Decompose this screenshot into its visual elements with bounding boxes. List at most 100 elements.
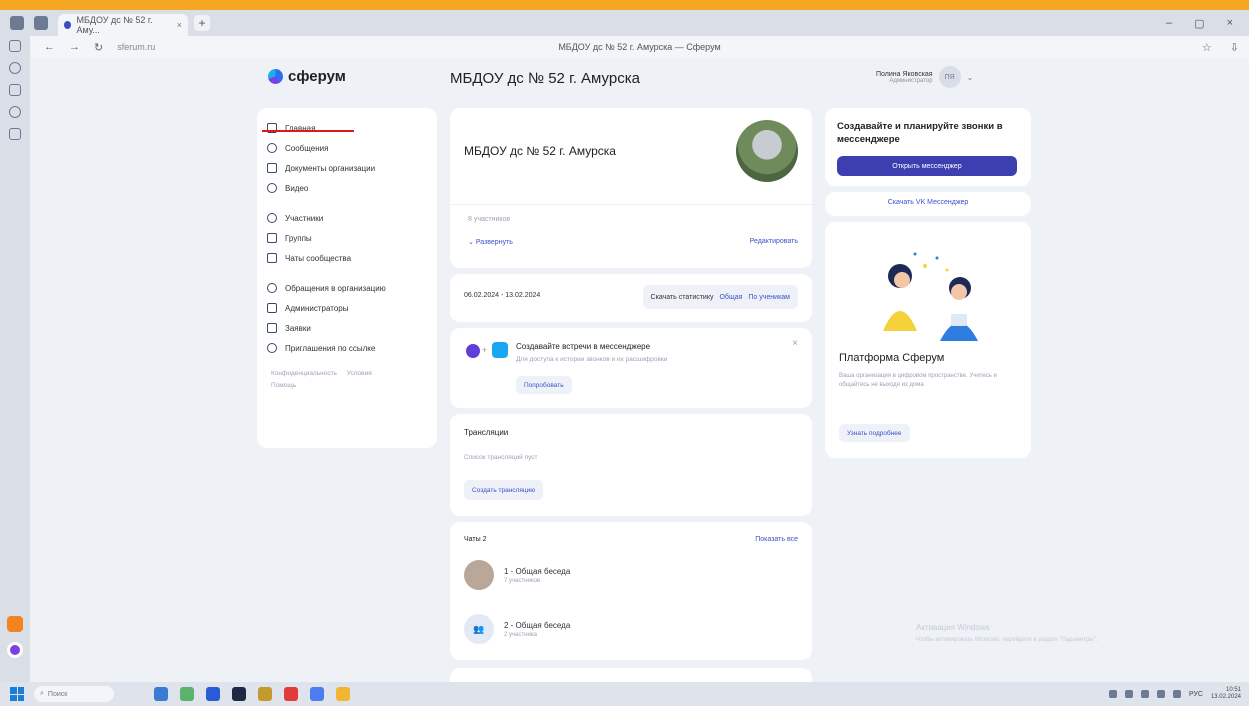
browser-tab[interactable]: МБДОУ дс № 52 г. Аму... × — [58, 14, 188, 36]
page-title-bar: МБДОУ дс № 52 г. Амурска — Сферум — [558, 42, 721, 52]
chat-name: 1 - Общая беседа — [504, 566, 571, 576]
sidebar-item-documents[interactable]: Документы организации — [267, 158, 427, 178]
download-card: Скачать VK Мессенджер — [825, 192, 1031, 216]
stats-card: 06.02.2024 - 13.02.2024 Скачать статисти… — [450, 274, 812, 322]
platform-title: Платформа Сферум — [839, 352, 945, 364]
game-icon[interactable] — [258, 687, 272, 701]
assistant-icon[interactable] — [7, 642, 23, 658]
sidebar-item-community-chats[interactable]: Чаты сообщества — [267, 248, 427, 268]
site-header: сферум МБДОУ дс № 52 г. Амурска Полина Я… — [30, 58, 1249, 102]
download-vk-messenger-link[interactable]: Скачать VK Мессенджер — [825, 199, 1031, 206]
bookmarks-icon[interactable] — [9, 40, 21, 52]
stats-date-range[interactable]: 06.02.2024 - 13.02.2024 — [464, 292, 540, 299]
meeting-subtitle: Для доступа к истории звонков и их расши… — [516, 356, 668, 363]
sidebar-footer: Конфиденциальность Условия Помощь — [267, 368, 427, 392]
app2-icon[interactable] — [310, 687, 324, 701]
taskbar-search[interactable]: ⌕ Поиск — [34, 686, 114, 702]
sferum-logo-icon — [268, 69, 283, 84]
members-count: 8 участников — [468, 216, 511, 223]
edit-link[interactable]: Редактировать — [750, 238, 798, 245]
link-icon — [267, 343, 277, 353]
sferum-logo[interactable]: сферум — [268, 68, 346, 85]
extensions-icon[interactable] — [9, 106, 21, 118]
user-menu[interactable]: Полина Яковская Администратор ПЯ ⌄ — [876, 66, 973, 88]
sidebar-item-applications[interactable]: Заявки — [267, 318, 427, 338]
messenger-promo-title: Создавайте и планируйте звонки в мессенд… — [837, 121, 1003, 145]
network-icon[interactable] — [1156, 690, 1165, 698]
new-tab-button[interactable]: + — [194, 15, 210, 31]
browser-menu-icon[interactable] — [10, 16, 24, 30]
tray-icon[interactable] — [1124, 690, 1133, 698]
create-broadcast-button[interactable]: Создать трансляцию — [464, 480, 544, 500]
browser-side-panel — [0, 36, 30, 682]
close-icon[interactable]: × — [792, 338, 798, 349]
chat-app-icon[interactable] — [206, 687, 220, 701]
edge-icon[interactable] — [154, 687, 168, 701]
sidebar-item-home[interactable]: Главная — [267, 118, 427, 138]
system-tray: РУС 10:51 13.02.2024 — [1108, 687, 1249, 701]
org-header-title: МБДОУ дс № 52 г. Амурска — [450, 70, 640, 87]
help-link[interactable]: Помощь — [271, 382, 296, 389]
app-icon[interactable] — [180, 687, 194, 701]
terms-link[interactable]: Условия — [347, 370, 372, 377]
user-name: Полина Яковская — [876, 70, 933, 78]
history-icon[interactable] — [9, 62, 21, 74]
tabs-icon[interactable] — [34, 16, 48, 30]
privacy-link[interactable]: Конфиденциальность — [271, 370, 337, 377]
list-item[interactable]: 1 - Общая беседа 7 участников — [464, 560, 570, 590]
clock[interactable]: 10:51 13.02.2024 — [1211, 687, 1241, 701]
expand-link[interactable]: ⌄ Развернуть — [468, 238, 513, 246]
app-shortcut-icon[interactable] — [7, 616, 23, 632]
sidebar-item-groups[interactable]: Группы — [267, 228, 427, 248]
language-indicator[interactable]: РУС — [1189, 691, 1203, 698]
tray-icon[interactable] — [1108, 690, 1117, 698]
open-messenger-button[interactable]: Открыть мессенджер — [837, 156, 1017, 176]
watermark-subtitle: Чтобы активировать Windows, перейдите в … — [916, 637, 1098, 643]
student-stats-link[interactable]: По ученикам — [748, 294, 790, 301]
sidebar-item-members[interactable]: Участники — [267, 208, 427, 228]
sidebar-item-label: Документы организации — [285, 163, 376, 173]
people-illustration — [883, 252, 978, 341]
watermark-title: Активация Windows — [916, 623, 990, 632]
sidebar-item-label: Заявки — [285, 323, 311, 333]
next-card — [450, 668, 812, 682]
close-window-icon[interactable]: × — [1227, 17, 1233, 30]
try-button[interactable]: Попробовать — [516, 376, 572, 394]
sidebar-item-label: Видео — [285, 183, 309, 193]
sidebar-item-invites[interactable]: Приглашения по ссылке — [267, 338, 427, 358]
volume-icon[interactable] — [1172, 690, 1181, 698]
sidebar-item-label: Обращения в организацию — [285, 283, 386, 293]
learn-more-button[interactable]: Узнать подробнее — [839, 424, 910, 442]
yandex-icon[interactable] — [284, 687, 298, 701]
admin-icon — [267, 303, 277, 313]
minimize-icon[interactable]: – — [1166, 17, 1172, 30]
sidebar-item-messages[interactable]: Сообщения — [267, 138, 427, 158]
screen-border — [0, 0, 1249, 10]
sidebar-item-requests-org[interactable]: Обращения в организацию — [267, 278, 427, 298]
sidebar-item-label: Чаты сообщества — [285, 253, 352, 263]
time: 10:51 — [1225, 687, 1241, 693]
appeal-icon — [267, 283, 277, 293]
store-icon[interactable] — [232, 687, 246, 701]
chat-avatar — [464, 560, 494, 590]
expand-label: Развернуть — [475, 239, 513, 246]
show-all-link[interactable]: Показать все — [755, 536, 798, 543]
list-item[interactable]: 👥 2 - Общая беседа 2 участника — [464, 614, 570, 644]
file-explorer-icon[interactable] — [336, 687, 350, 701]
active-item-underline — [262, 130, 354, 132]
windows-start-icon[interactable] — [10, 687, 24, 701]
maximize-icon[interactable]: ▢ — [1194, 17, 1204, 30]
tray-icon[interactable] — [1140, 690, 1149, 698]
close-tab-icon[interactable]: × — [177, 20, 182, 30]
general-stats-link[interactable]: Общая — [719, 294, 742, 301]
sferum-favicon-icon — [64, 21, 72, 29]
sidebar-item-label: Администраторы — [285, 303, 349, 313]
collections-icon[interactable] — [9, 84, 21, 96]
downloads-icon[interactable] — [9, 128, 21, 140]
sidebar-item-video[interactable]: Видео — [267, 178, 427, 198]
window-controls: – ▢ × — [1166, 17, 1249, 30]
sidebar-item-label: Участники — [285, 213, 324, 223]
plus-icon: + — [482, 345, 488, 355]
sidebar-item-admins[interactable]: Администраторы — [267, 298, 427, 318]
user-role: Администратор — [889, 77, 933, 84]
